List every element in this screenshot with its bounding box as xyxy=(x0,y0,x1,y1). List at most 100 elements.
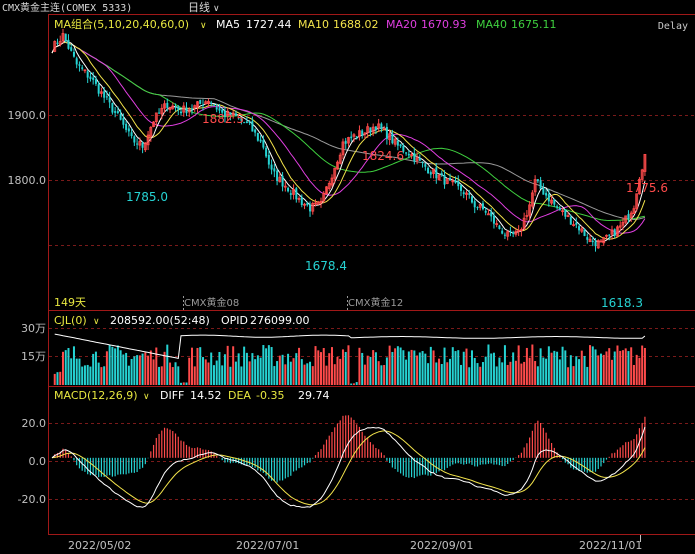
volume-bar xyxy=(363,364,366,385)
volume-bar xyxy=(317,350,320,385)
volume-bar xyxy=(75,358,78,385)
volume-bar xyxy=(339,358,342,385)
date-label: 2022/11/01 xyxy=(579,539,642,552)
volume-bar xyxy=(265,348,268,385)
annotation-low: 1785.0 xyxy=(126,190,168,204)
candle-body xyxy=(413,153,416,162)
volume-bar xyxy=(374,352,377,385)
ma10-name: MA10 xyxy=(298,18,329,31)
candle-body xyxy=(569,217,572,225)
chevron-down-icon[interactable]: ∨ xyxy=(93,317,100,327)
volume-bar xyxy=(462,351,465,385)
candle-body xyxy=(116,111,119,114)
candle-body xyxy=(105,96,108,98)
dea-value: -0.35 xyxy=(256,389,284,402)
volume-bar xyxy=(567,367,570,385)
volume-bar xyxy=(361,352,364,385)
volume-bar xyxy=(440,364,443,385)
candle-body xyxy=(289,193,292,195)
volume-indicator-label[interactable]: CJL(0) xyxy=(54,314,87,327)
candle-body xyxy=(180,111,183,114)
volume-bar xyxy=(289,361,292,385)
volume-bar xyxy=(303,364,306,385)
volume-bar xyxy=(531,344,534,385)
candle-body xyxy=(361,130,364,136)
candle-body xyxy=(262,140,265,148)
volume-bar xyxy=(608,348,611,385)
candle-body xyxy=(405,152,408,154)
volume-bar xyxy=(432,350,435,385)
volume-bar xyxy=(630,347,633,385)
price-tick: 1800.0 xyxy=(8,174,47,187)
candle-body xyxy=(462,192,465,195)
volume-bar xyxy=(306,363,309,385)
dea-label: DEA xyxy=(228,389,251,402)
volume-bar xyxy=(278,355,281,385)
volume-bar xyxy=(578,359,581,385)
volume-bar xyxy=(460,364,463,385)
volume-bar xyxy=(226,345,229,385)
annotation-high: 1775.6 xyxy=(626,181,668,195)
volume-bar xyxy=(473,357,476,385)
candle-body xyxy=(103,91,106,98)
period-selector[interactable]: 日线 xyxy=(188,0,210,14)
candle-body xyxy=(435,167,438,179)
candle-body xyxy=(457,181,460,187)
volume-bar xyxy=(256,355,259,385)
volume-bar xyxy=(103,366,106,385)
volume-bar xyxy=(81,366,84,385)
candle-body xyxy=(199,99,202,104)
candle-body xyxy=(547,194,550,202)
candle-body xyxy=(276,170,279,182)
volume-bar xyxy=(388,345,391,385)
candle-body xyxy=(81,67,84,69)
candle-body xyxy=(558,208,561,211)
volume-bar xyxy=(341,349,344,385)
volume-bar xyxy=(330,347,333,385)
volume-bar xyxy=(86,364,89,385)
candle-body xyxy=(553,199,556,205)
candle-body xyxy=(512,232,515,234)
volume-bar xyxy=(429,346,432,385)
volume-bar xyxy=(229,366,232,385)
volume-bar xyxy=(443,347,446,385)
candle-body xyxy=(111,102,114,113)
volume-bar xyxy=(638,357,641,385)
chevron-down-icon[interactable]: ∨ xyxy=(200,21,207,31)
market-chart[interactable]: CMX黄金主连(COMEX 5333) 日线 ∨ Delay MA组合(5,10… xyxy=(0,0,695,554)
volume-bar xyxy=(509,361,512,385)
bar-count-label: 149天 xyxy=(54,296,86,309)
volume-bar xyxy=(295,353,298,385)
candle-body xyxy=(177,106,180,110)
volume-bar xyxy=(182,382,185,385)
candle-body xyxy=(190,108,193,110)
volume-bar xyxy=(89,366,92,385)
volume-bar xyxy=(407,351,410,385)
candle-body xyxy=(86,71,89,78)
chevron-down-icon[interactable]: ∨ xyxy=(213,4,220,14)
candle-body xyxy=(119,114,122,120)
volume-bar xyxy=(627,351,630,385)
volume-bar xyxy=(122,354,125,385)
candle-body xyxy=(300,197,303,205)
macd-value: 29.74 xyxy=(298,389,330,402)
volume-bar xyxy=(372,350,375,385)
candle-body xyxy=(174,107,177,109)
volume-bar xyxy=(597,355,600,385)
macd-indicator-label[interactable]: MACD(12,26,9) xyxy=(54,389,138,402)
candle-body xyxy=(539,180,542,189)
volume-bar xyxy=(100,367,103,385)
volume-bar xyxy=(358,347,361,385)
volume-bar xyxy=(536,366,539,385)
chevron-down-icon[interactable]: ∨ xyxy=(143,392,150,402)
candle-body xyxy=(443,175,446,185)
ma-indicator-label[interactable]: MA组合(5,10,20,40,60,0) xyxy=(54,17,189,31)
ma5-value: 1727.44 xyxy=(246,18,292,31)
candle-body xyxy=(125,123,128,130)
volume-bar xyxy=(309,361,312,385)
candle-body xyxy=(564,209,567,217)
candle-body xyxy=(56,42,59,44)
candle-body xyxy=(468,193,471,195)
chart-title[interactable]: CMX黄金主连(COMEX 5333) xyxy=(2,1,132,14)
candle-body xyxy=(454,180,457,183)
